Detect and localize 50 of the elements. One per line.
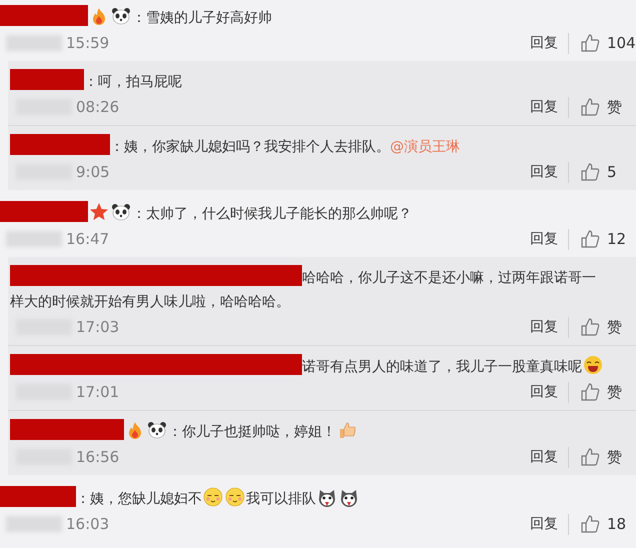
comment-text: ：姨，你家缺儿媳妇吗？我安排个人去排队。: [110, 138, 390, 157]
comment-time: 16:56: [76, 446, 120, 468]
reply-link[interactable]: 回复: [530, 228, 569, 250]
like-button[interactable]: 赞: [579, 380, 622, 404]
smug-face-icon: [203, 487, 223, 507]
reply-link[interactable]: 回复: [530, 162, 569, 182]
comment-text: ：雪姨的儿子好高好帅: [132, 9, 272, 28]
like-button[interactable]: 赞: [579, 316, 622, 338]
comment-text: ：姨，您缺儿媳妇不: [76, 490, 202, 509]
thumbs-up-icon: [580, 97, 600, 117]
comment-time: 9:05: [76, 162, 110, 183]
like-button[interactable]: 12: [579, 228, 626, 250]
laughing-face-icon: [583, 355, 603, 375]
comment-text: 哈哈哈，你儿子这不是还小嘛，过两年跟诺哥一: [302, 269, 596, 288]
like-button[interactable]: 18: [579, 512, 626, 536]
like-button[interactable]: 赞: [579, 96, 622, 118]
panda-icon: [111, 6, 131, 26]
like-button[interactable]: 5: [579, 160, 617, 184]
thumbs-up-icon: [337, 420, 357, 440]
reply-link[interactable]: 回复: [530, 446, 569, 468]
reply-link[interactable]: 回复: [530, 96, 569, 118]
comment-time: 16:47: [66, 228, 110, 250]
thumbs-up-icon: [580, 514, 600, 534]
panda-icon: [111, 202, 131, 222]
comment-time: 17:01: [76, 382, 120, 403]
reply-link[interactable]: 回复: [530, 316, 569, 338]
like-button[interactable]: 104: [579, 32, 636, 54]
comment-time: 16:03: [66, 514, 110, 535]
thumbs-up-icon: [580, 33, 600, 53]
thumbs-up-icon: [580, 317, 600, 337]
reply-link[interactable]: 回复: [530, 514, 569, 534]
thumbs-up-icon: [580, 229, 600, 249]
comment-text: 我可以排队: [246, 490, 316, 509]
comment-text: 样大的时候就开始有男人味儿啦，哈哈哈哈。: [10, 293, 290, 312]
comment-time: 17:03: [76, 316, 120, 338]
comment-text: ：太帅了，什么时候我儿子能长的那么帅呢？: [132, 205, 412, 224]
like-button[interactable]: 赞: [579, 446, 622, 468]
comment-text: ：呵，拍马屁呢: [84, 73, 182, 92]
comment-text: ：你儿子也挺帅哒，婷姐！: [168, 423, 336, 442]
comment-text: 诺哥有点男人的味道了，我儿子一股童真味呢: [302, 358, 582, 377]
panda-icon: [147, 420, 167, 440]
star-icon: [89, 202, 109, 222]
reply-link[interactable]: 回复: [530, 32, 569, 54]
thumbs-up-icon: [580, 447, 600, 467]
reply-link[interactable]: 回复: [530, 382, 569, 402]
comment-time: 08:26: [76, 96, 120, 118]
thumbs-up-icon: [580, 382, 600, 402]
thumbs-up-icon: [580, 162, 600, 182]
comment-time: 15:59: [66, 32, 110, 54]
smug-face-icon: [225, 487, 245, 507]
